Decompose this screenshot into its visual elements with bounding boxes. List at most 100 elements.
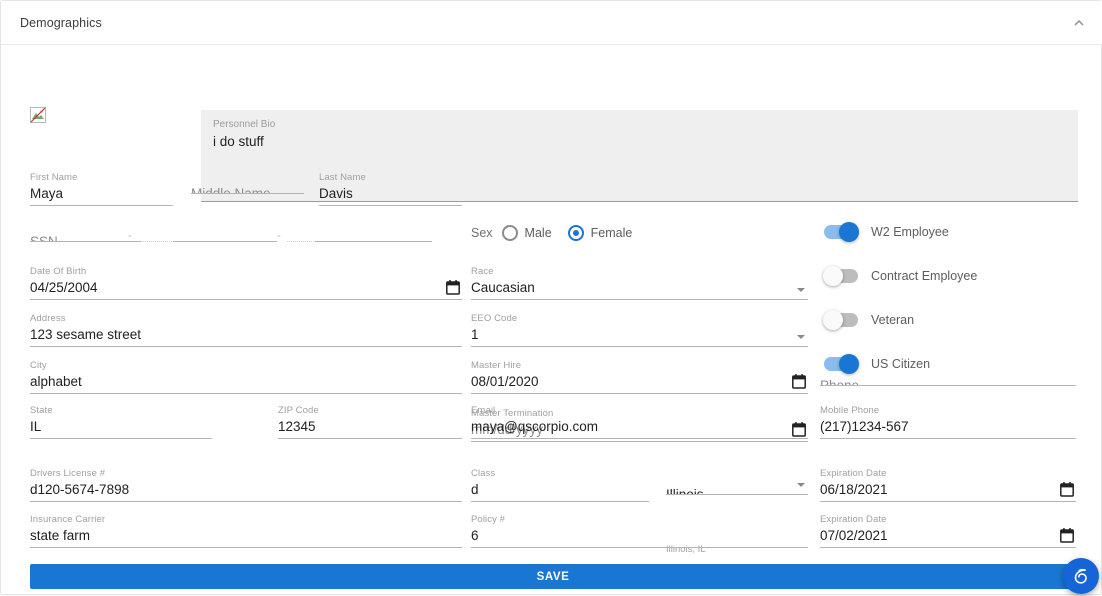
chevron-down-icon[interactable] [797, 288, 805, 292]
demographics-panel: Demographics Personnel Bio i do stuff Fi… [0, 0, 1102, 595]
panel-header: Demographics [1, 1, 1102, 45]
state-label: State [30, 405, 53, 416]
first-name-field[interactable]: First Name Maya [30, 172, 173, 206]
save-button[interactable]: SAVE [30, 564, 1076, 589]
insurance-carrier-label: Insurance Carrier [30, 514, 106, 525]
eeo-code-underline [471, 346, 808, 347]
toggle-knob [823, 266, 843, 286]
calendar-icon[interactable] [446, 280, 460, 295]
policy-number-label: Policy # [471, 514, 506, 525]
ssn-separator-2: - [277, 230, 281, 242]
sex-radio-male[interactable] [501, 225, 518, 241]
insurance-carrier-underline [30, 547, 462, 548]
race-value: Caucasian [471, 280, 535, 295]
sex-radio-group: Sex Male Female [471, 225, 648, 241]
class-value: d [471, 482, 479, 497]
date-of-birth-field[interactable]: Date Of Birth 04/25/2004 [30, 266, 462, 300]
email-label: Email [471, 405, 496, 416]
first-name-value: Maya [30, 186, 64, 201]
master-hire-underline [471, 393, 808, 394]
ssn-field-part1[interactable]: SSN [30, 220, 141, 242]
phone-placeholder: Phone [820, 364, 1076, 385]
toggle-switch-veteran[interactable] [823, 310, 858, 330]
zip-code-field[interactable]: ZIP Code 12345 [278, 405, 462, 439]
ssn-part2-value [173, 220, 277, 241]
ssn-underline-3 [315, 241, 432, 242]
toggle-veteran[interactable]: Veteran [823, 310, 915, 330]
ssn-field-part3[interactable] [315, 220, 432, 242]
form-body: Personnel Bio i do stuff First Name Maya… [1, 45, 1102, 596]
class-underline [471, 501, 649, 502]
toggle-switch-contract[interactable] [823, 266, 858, 286]
toggle-w2-employee[interactable]: W2 Employee [824, 222, 949, 242]
email-underline [471, 438, 808, 439]
ssn-dotted-gap-1 [141, 241, 172, 242]
toggle-label-w2: W2 Employee [871, 225, 949, 239]
last-name-field[interactable]: Last Name Davis [319, 172, 462, 206]
sex-radio-female[interactable] [567, 225, 584, 241]
license-state-value: Illinois [666, 473, 808, 494]
first-name-label: First Name [30, 172, 78, 183]
date-of-birth-value: 04/25/2004 [30, 280, 98, 295]
license-expiration-label: Expiration Date [820, 468, 887, 479]
personnel-bio-label: Personnel Bio [213, 119, 276, 130]
license-expiration-field[interactable]: Expiration Date 06/18/2021 [820, 468, 1076, 502]
toggle-label-veteran: Veteran [871, 313, 915, 327]
support-swirl-icon[interactable] [1063, 558, 1099, 594]
license-state-underline [666, 494, 808, 495]
insurance-carrier-field[interactable]: Insurance Carrier state farm [30, 514, 462, 548]
middle-name-placeholder: Middle Name [191, 172, 304, 193]
class-label: Class [471, 468, 496, 479]
master-hire-value: 08/01/2020 [471, 374, 539, 389]
eeo-code-label: EEO Code [471, 313, 518, 324]
ssn-separator-1: - [128, 230, 132, 242]
class-field[interactable]: Class d [471, 468, 649, 502]
insurance-carrier-value: state farm [30, 528, 91, 543]
master-hire-label: Master Hire [471, 360, 522, 371]
address-value: 123 sesame street [30, 327, 142, 342]
calendar-icon[interactable] [1060, 482, 1074, 497]
drivers-license-underline [30, 501, 462, 502]
personnel-bio-value: i do stuff [213, 134, 264, 149]
zip-code-value: 12345 [278, 419, 316, 434]
insurance-expiration-field[interactable]: Expiration Date 07/02/2021 [820, 514, 1076, 548]
address-field[interactable]: Address 123 sesame street [30, 313, 462, 347]
email-field[interactable]: Email maya@qscorpio.com [471, 405, 808, 439]
mobile-phone-underline [820, 438, 1076, 439]
sex-label: Sex [471, 226, 493, 240]
policy-number-field[interactable]: Policy # 6 [471, 514, 808, 548]
license-state-select[interactable]: Illinois [666, 473, 808, 495]
toggle-switch-w2[interactable] [824, 222, 859, 242]
master-hire-field[interactable]: Master Hire 08/01/2020 [471, 360, 808, 394]
sex-radio-female-label: Female [590, 226, 633, 240]
city-field[interactable]: City alphabet [30, 360, 462, 394]
state-field[interactable]: State IL [30, 405, 212, 439]
last-name-value: Davis [319, 186, 353, 201]
mobile-phone-value: (217)1234-567 [820, 419, 909, 434]
city-label: City [30, 360, 47, 371]
policy-number-underline [471, 547, 808, 548]
toggle-contract-employee[interactable]: Contract Employee [823, 266, 977, 286]
license-expiration-value: 06/18/2021 [820, 482, 888, 497]
mobile-phone-field[interactable]: Mobile Phone (217)1234-567 [820, 405, 1076, 439]
chevron-up-icon[interactable] [1071, 15, 1087, 31]
broken-image-icon [30, 107, 46, 123]
race-select[interactable]: Race Caucasian [471, 266, 808, 300]
toggle-knob [839, 222, 859, 242]
ssn-field-part2[interactable] [173, 220, 277, 242]
drivers-license-field[interactable]: Drivers License # d120-5674-7898 [30, 468, 462, 502]
middle-name-field[interactable]: Middle Name [191, 172, 304, 194]
toggle-knob [823, 310, 843, 330]
address-label: Address [30, 313, 66, 324]
calendar-icon[interactable] [1060, 528, 1074, 543]
ssn-dotted-gap-2 [287, 241, 314, 242]
master-termination-underline [471, 441, 808, 442]
phone-field[interactable]: Phone [820, 364, 1076, 386]
policy-number-value: 6 [471, 528, 479, 543]
chevron-down-icon[interactable] [797, 335, 805, 339]
eeo-code-select[interactable]: EEO Code 1 [471, 313, 808, 347]
chevron-down-icon[interactable] [797, 483, 805, 487]
calendar-icon[interactable] [792, 374, 806, 389]
email-value: maya@qscorpio.com [471, 419, 598, 434]
insurance-expiration-value: 07/02/2021 [820, 528, 888, 543]
